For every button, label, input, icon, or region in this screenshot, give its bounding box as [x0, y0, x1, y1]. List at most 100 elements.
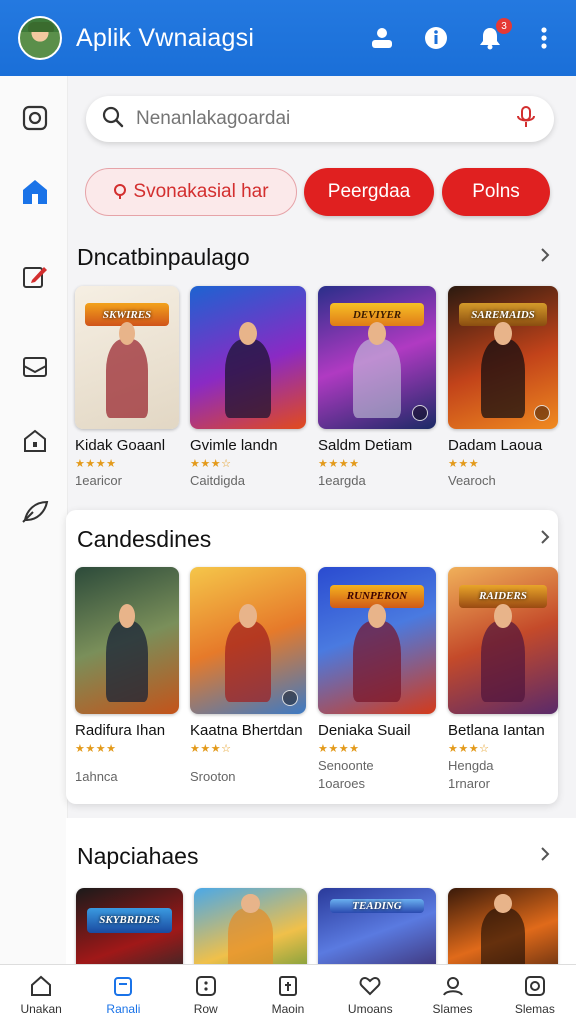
- search-input[interactable]: [136, 108, 514, 130]
- sidebar-edit-icon[interactable]: [20, 261, 50, 291]
- sidebar-leaf-icon[interactable]: [20, 496, 50, 526]
- notification-badge: 3: [496, 18, 512, 34]
- star-rating: ★★★: [448, 458, 480, 470]
- game-card[interactable]: Radifura Ihan ★★★★ 1ahnca: [75, 567, 179, 784]
- nav-label: Unakan: [20, 1001, 62, 1016]
- chip-filter-primary[interactable]: Svonakasial har: [85, 168, 297, 216]
- bell-icon[interactable]: 3: [476, 18, 512, 52]
- nav-label: Umoans: [347, 1001, 393, 1016]
- game-meta-secondary: Hengda: [448, 758, 494, 773]
- nav-label: Row: [193, 1001, 218, 1016]
- chip-filter-second[interactable]: Peergdaa: [304, 168, 434, 216]
- game-thumbnail: SAREMAIDS: [448, 286, 558, 429]
- game-card[interactable]: RUNPERON Deniaka Suail ★★★★ Senoonte 1oa…: [318, 567, 436, 791]
- nav-label: Slemas: [514, 1001, 555, 1016]
- badge-icon: [534, 405, 550, 421]
- star-rating: ★★★★: [318, 458, 360, 470]
- badge-icon: [282, 690, 298, 706]
- game-logo: SKYBRIDES: [86, 907, 173, 933]
- home-icon: [31, 975, 52, 996]
- game-card[interactable]: Kaatna Bhertdan ★★★☆ Srooton: [190, 567, 306, 784]
- star-rating: ★★★☆: [190, 458, 232, 470]
- game-thumbnail: [190, 286, 306, 429]
- nav-label: Slames: [432, 1001, 473, 1016]
- info-icon[interactable]: [422, 24, 450, 52]
- section-title: Napciahaes: [77, 843, 199, 869]
- game-title: Betlana Iantan: [448, 722, 545, 739]
- game-meta: 1rnaror: [448, 776, 490, 791]
- section-title: Dncatbinpaulago: [77, 244, 250, 270]
- profile-icon: [442, 976, 463, 996]
- search-icon: [102, 106, 124, 133]
- game-logo: TEADING: [329, 898, 425, 914]
- game-title: Radifura Ihan: [75, 722, 166, 739]
- download-icon[interactable]: [368, 24, 396, 52]
- user-avatar[interactable]: [18, 16, 62, 60]
- chip-filter-third[interactable]: Polns: [442, 168, 550, 216]
- game-meta-secondary: Senoonte: [318, 758, 374, 773]
- nav-item-home[interactable]: Unakan: [0, 965, 82, 1024]
- sidebar-home-icon[interactable]: [20, 177, 50, 207]
- star-rating: ★★★☆: [190, 743, 232, 755]
- mic-icon[interactable]: [514, 105, 538, 134]
- game-meta: 1ahnca: [75, 769, 118, 784]
- star-rating: ★★★★: [75, 458, 117, 470]
- bag-icon: [114, 976, 133, 996]
- more-vert-icon[interactable]: [530, 24, 558, 52]
- game-meta: 1earicor: [75, 473, 122, 488]
- nav-item-square[interactable]: Slemas: [494, 965, 576, 1024]
- game-meta: Srooton: [190, 769, 236, 784]
- badge-icon: [412, 405, 428, 421]
- chip-label: Peergdaa: [327, 181, 411, 202]
- sidebar-house-icon[interactable]: [20, 426, 50, 456]
- sidebar: [0, 76, 68, 964]
- game-card[interactable]: RAIDERS Betlana Iantan ★★★☆ Hengda 1rnar…: [448, 567, 558, 791]
- doc-icon: [278, 975, 297, 996]
- nav-item-heart[interactable]: Umoans: [329, 965, 411, 1024]
- game-card[interactable]: SAREMAIDS Dadam Laoua ★★★ Vearoch: [448, 286, 558, 488]
- chip-label: Svonakasial har: [133, 181, 269, 202]
- dice-icon: [195, 975, 216, 996]
- game-thumbnail: [190, 567, 306, 714]
- nav-item-dice[interactable]: Row: [165, 965, 247, 1024]
- nav-item-doc[interactable]: Maoin: [247, 965, 329, 1024]
- app-title: Aplik Vwnaiagsi: [76, 23, 255, 52]
- nav-label: Ranali: [106, 1001, 141, 1016]
- game-title: Deniaka Suail: [318, 722, 411, 739]
- chip-label: Polns: [472, 181, 520, 202]
- nav-item-bag[interactable]: Ranali: [82, 965, 164, 1024]
- star-rating: ★★★☆: [448, 743, 490, 755]
- sidebar-instagram-icon[interactable]: [20, 103, 50, 133]
- chevron-right-icon[interactable]: [538, 248, 552, 262]
- game-thumbnail: RAIDERS: [448, 567, 558, 714]
- game-title: Kaatna Bhertdan: [190, 722, 303, 739]
- game-card[interactable]: DEVIYER Saldm Detiam ★★★★ 1eargda: [318, 286, 436, 488]
- game-thumbnail: RUNPERON: [318, 567, 436, 714]
- chevron-right-icon[interactable]: [538, 530, 552, 544]
- game-meta: 1eargda: [318, 473, 366, 488]
- game-thumbnail: SKWIRES: [75, 286, 179, 429]
- search-bar: [86, 96, 554, 142]
- game-title: Kidak Goaanl: [75, 437, 166, 454]
- game-thumbnail: [75, 567, 179, 714]
- game-meta: 1oaroes: [318, 776, 365, 791]
- game-title: Gvimle landn: [190, 437, 278, 454]
- bottom-nav: Unakan Ranali Row Maoin Umoans Slames Sl…: [0, 964, 576, 1024]
- square-icon: [524, 975, 545, 996]
- star-rating: ★★★★: [318, 743, 360, 755]
- game-meta: Caitdigda: [190, 473, 245, 488]
- game-card[interactable]: Gvimle landn ★★★☆ Caitdigda: [190, 286, 306, 488]
- nav-label: Maoin: [271, 1001, 305, 1016]
- game-meta: Vearoch: [448, 473, 496, 488]
- star-rating: ★★★★: [75, 743, 117, 755]
- chevron-right-icon[interactable]: [538, 847, 552, 861]
- game-title: Dadam Laoua: [448, 437, 543, 454]
- sidebar-mail-icon[interactable]: [20, 352, 50, 382]
- pin-icon: [114, 184, 127, 199]
- heart-icon: [359, 976, 381, 995]
- section-title: Candesdines: [77, 526, 212, 552]
- app-header: Aplik Vwnaiagsi 3: [0, 0, 576, 76]
- game-card[interactable]: SKWIRES Kidak Goaanl ★★★★ 1earicor: [75, 286, 179, 488]
- nav-item-profile[interactable]: Slames: [411, 965, 493, 1024]
- game-title: Saldm Detiam: [318, 437, 413, 454]
